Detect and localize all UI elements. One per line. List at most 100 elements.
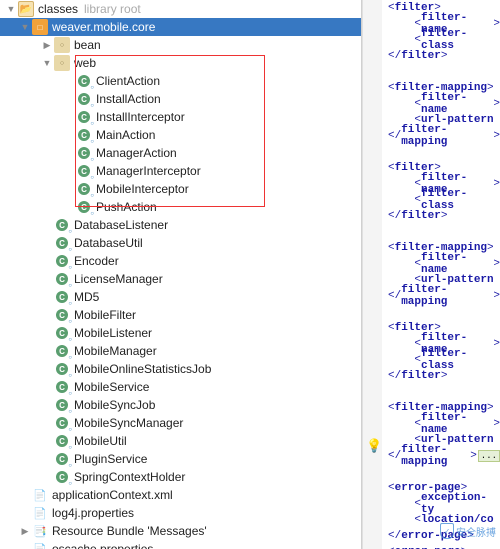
- chevron-down-icon[interactable]: [18, 20, 32, 34]
- node-label: PushAction: [96, 200, 157, 214]
- node-label: Resource Bundle 'Messages': [52, 524, 207, 538]
- tree-node-class[interactable]: MobileUtil: [0, 432, 361, 450]
- watermark: ✓ 安全脉搏: [440, 523, 496, 539]
- tree-node-class[interactable]: InstallInterceptor: [0, 108, 361, 126]
- class-icon: [54, 415, 70, 431]
- class-icon: [54, 253, 70, 269]
- tree-node-resource[interactable]: Resource Bundle 'Messages': [0, 522, 361, 540]
- code-line[interactable]: <filter-name>: [382, 416, 500, 432]
- node-label: ClientAction: [96, 74, 160, 88]
- node-label: log4j.properties: [52, 506, 134, 520]
- tree-node-class[interactable]: MobileOnlineStatisticsJob: [0, 360, 361, 378]
- editor-gutter: [362, 0, 382, 549]
- tree-node-package-selected[interactable]: weaver.mobile.core: [0, 18, 361, 36]
- node-label: MobileService: [74, 380, 149, 394]
- tree-node-resource[interactable]: log4j.properties: [0, 504, 361, 522]
- node-label: SpringContextHolder: [74, 470, 185, 484]
- class-icon: [54, 361, 70, 377]
- package-icon: [54, 55, 70, 71]
- chevron-right-icon[interactable]: [18, 524, 32, 538]
- node-label: ManagerInterceptor: [96, 164, 201, 178]
- chevron-down-icon[interactable]: [4, 2, 18, 16]
- tree-node-class[interactable]: MobileInterceptor: [0, 180, 361, 198]
- class-icon: [54, 235, 70, 251]
- node-label: InstallAction: [96, 92, 161, 106]
- project-tree[interactable]: classes library root weaver.mobile.core …: [0, 0, 362, 549]
- code-line[interactable]: <exception-ty: [382, 496, 500, 512]
- code-line[interactable]: </filter-mapping>...: [382, 448, 500, 464]
- tree-node-class[interactable]: MobileFilter: [0, 306, 361, 324]
- class-icon: [54, 451, 70, 467]
- tree-node-package[interactable]: bean: [0, 36, 361, 54]
- node-label: oscache.properties: [52, 542, 153, 549]
- node-label: Encoder: [74, 254, 119, 268]
- chevron-down-icon[interactable]: [40, 56, 54, 70]
- tree-node-class[interactable]: InstallAction: [0, 90, 361, 108]
- tree-node-class[interactable]: ClientAction: [0, 72, 361, 90]
- intention-bulb-icon[interactable]: 💡: [366, 438, 382, 454]
- class-icon: [76, 145, 92, 161]
- node-label: MobileUtil: [74, 434, 127, 448]
- tree-node-resource[interactable]: applicationContext.xml: [0, 486, 361, 504]
- tree-node-class[interactable]: MobileSyncJob: [0, 396, 361, 414]
- tree-node-root[interactable]: classes library root: [0, 0, 361, 18]
- chevron-right-icon[interactable]: [40, 38, 54, 52]
- tree-node-class[interactable]: MainAction: [0, 126, 361, 144]
- class-icon: [54, 271, 70, 287]
- code-line-blank: [382, 384, 500, 400]
- tree-node-class[interactable]: MobileService: [0, 378, 361, 396]
- node-label: DatabaseUtil: [74, 236, 143, 250]
- node-label: weaver.mobile.core: [52, 20, 155, 34]
- xml-file-icon: [32, 487, 48, 503]
- class-icon: [76, 109, 92, 125]
- code-line[interactable]: </filter-mapping>: [382, 288, 500, 304]
- code-editor[interactable]: <filter> <filter-name> <filter-class</fi…: [382, 0, 500, 549]
- tree-node-class[interactable]: MobileSyncManager: [0, 414, 361, 432]
- tree-node-class[interactable]: ManagerAction: [0, 144, 361, 162]
- tree-node-class[interactable]: DatabaseListener: [0, 216, 361, 234]
- node-label: MobileManager: [74, 344, 157, 358]
- node-label: MobileOnlineStatisticsJob: [74, 362, 211, 376]
- bundle-file-icon: [32, 523, 48, 539]
- node-label: MD5: [74, 290, 99, 304]
- code-line[interactable]: <error-page>: [382, 544, 500, 549]
- node-label: PluginService: [74, 452, 147, 466]
- code-line[interactable]: <filter-class: [382, 352, 500, 368]
- tree-node-class[interactable]: Encoder: [0, 252, 361, 270]
- code-line[interactable]: <filter-name>: [382, 256, 500, 272]
- class-icon: [54, 379, 70, 395]
- tree-node-class[interactable]: MobileManager: [0, 342, 361, 360]
- code-line[interactable]: <filter-class: [382, 192, 500, 208]
- node-label: classes: [38, 2, 78, 16]
- class-icon: [76, 91, 92, 107]
- tree-node-class[interactable]: ManagerInterceptor: [0, 162, 361, 180]
- class-icon: [76, 127, 92, 143]
- class-icon: [76, 73, 92, 89]
- code-line[interactable]: <filter-class: [382, 32, 500, 48]
- class-icon: [54, 307, 70, 323]
- prop-file-icon: [32, 505, 48, 521]
- package-icon: [54, 37, 70, 53]
- library-root-icon: [18, 1, 34, 17]
- tree-node-class[interactable]: SpringContextHolder: [0, 468, 361, 486]
- class-icon: [54, 397, 70, 413]
- tree-node-package[interactable]: web: [0, 54, 361, 72]
- node-label: InstallInterceptor: [96, 110, 185, 124]
- class-icon: [76, 199, 92, 215]
- tree-node-class[interactable]: LicenseManager: [0, 270, 361, 288]
- class-icon: [76, 181, 92, 197]
- node-label: DatabaseListener: [74, 218, 168, 232]
- code-line[interactable]: </filter-mapping>: [382, 128, 500, 144]
- class-icon: [54, 469, 70, 485]
- prop-file-icon: [32, 541, 48, 549]
- tree-node-class[interactable]: MD5: [0, 288, 361, 306]
- node-label: applicationContext.xml: [52, 488, 173, 502]
- node-label: MobileSyncJob: [74, 398, 155, 412]
- tree-node-resource[interactable]: oscache.properties: [0, 540, 361, 549]
- shield-icon: ✓: [440, 523, 454, 539]
- code-line[interactable]: <filter-name>: [382, 96, 500, 112]
- tree-node-class[interactable]: MobileListener: [0, 324, 361, 342]
- tree-node-class[interactable]: PluginService: [0, 450, 361, 468]
- tree-node-class[interactable]: PushAction: [0, 198, 361, 216]
- tree-node-class[interactable]: DatabaseUtil: [0, 234, 361, 252]
